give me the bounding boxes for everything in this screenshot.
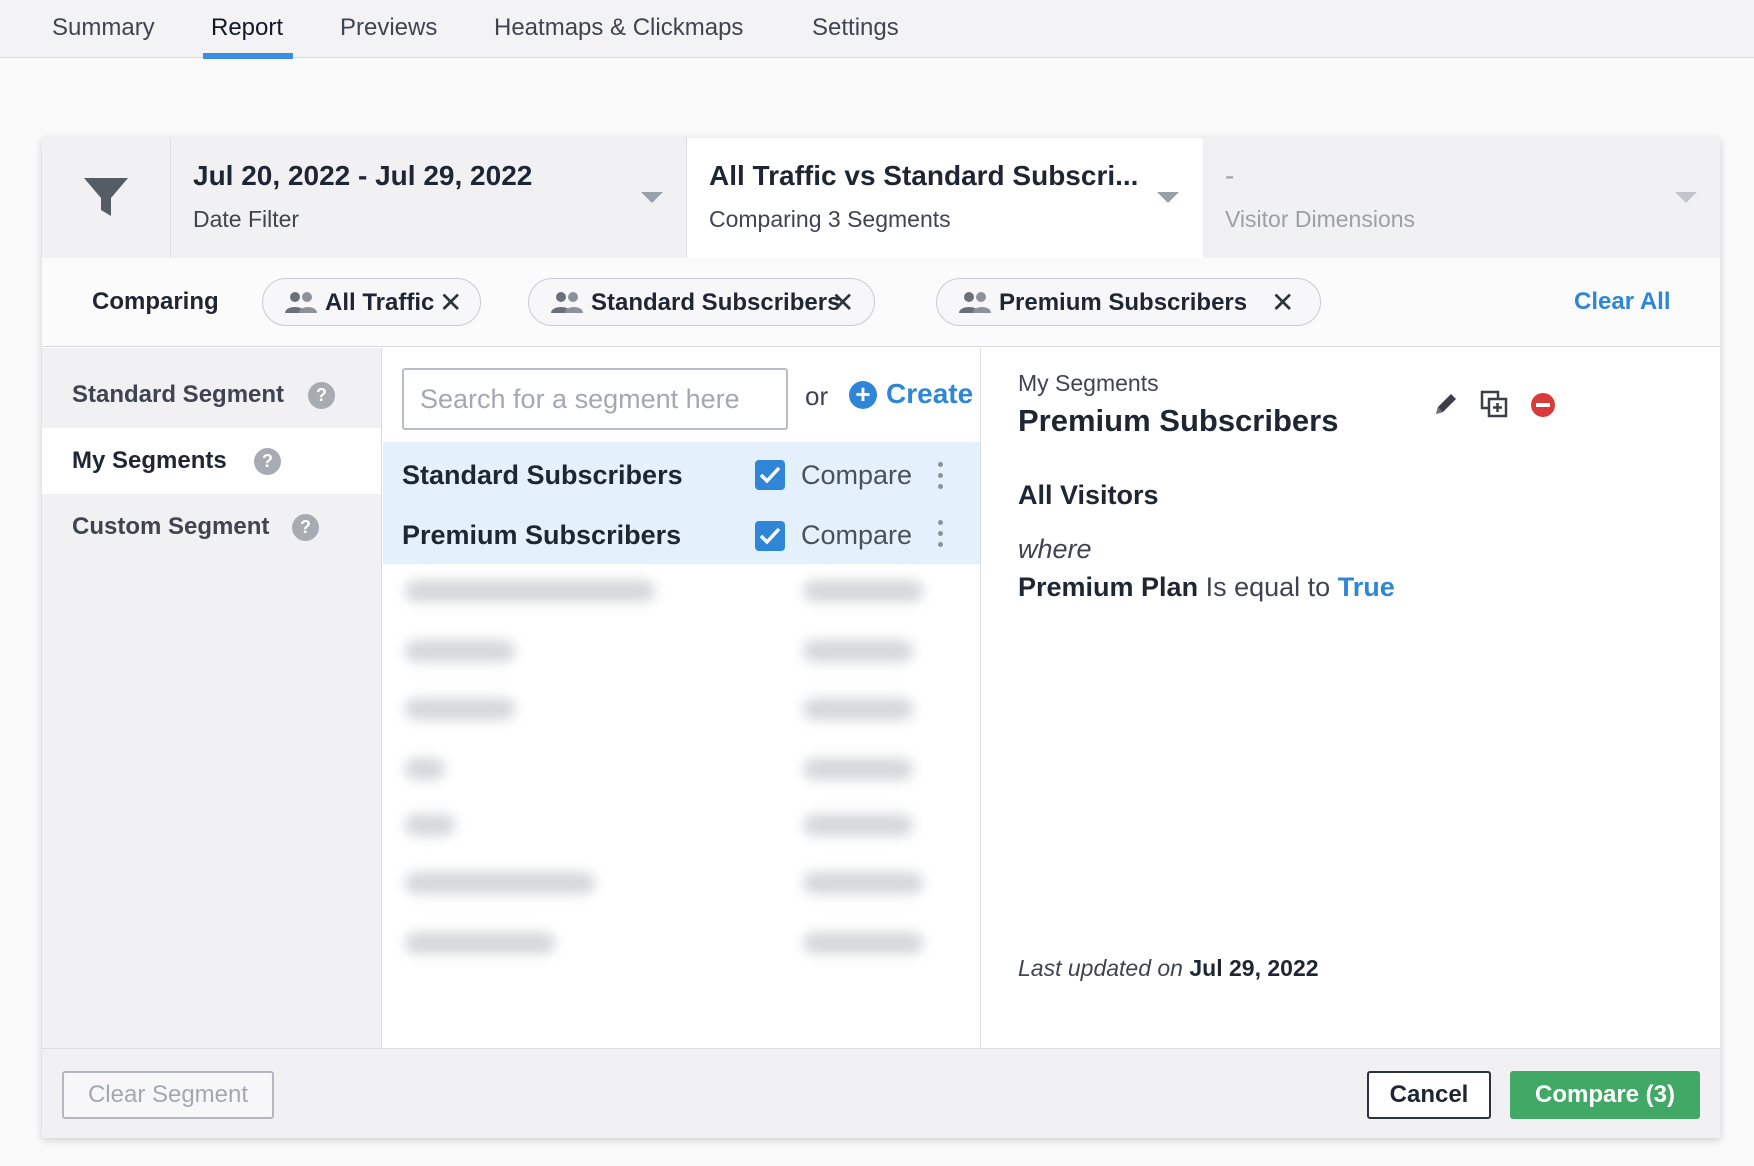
filter-toggle[interactable] xyxy=(42,138,171,258)
tab-settings[interactable]: Settings xyxy=(812,0,899,58)
segment-title: Premium Subscribers xyxy=(1018,403,1339,438)
people-icon xyxy=(285,292,317,313)
date-filter-value: Jul 20, 2022 - Jul 29, 2022 xyxy=(193,160,533,191)
condition-operator: Is equal to xyxy=(1205,572,1331,602)
visitor-dimensions-label: Visitor Dimensions xyxy=(1225,206,1416,232)
date-filter-label: Date Filter xyxy=(193,206,300,232)
segment-panel: Jul 20, 2022 - Jul 29, 2022 Date Filter … xyxy=(42,138,1720,1138)
segment-search xyxy=(402,368,788,430)
segment-dropdown-value: All Traffic vs Standard Subscri... xyxy=(709,160,1139,191)
top-nav: Summary Report Previews Heatmaps & Click… xyxy=(0,0,1754,59)
close-icon[interactable]: ✕ xyxy=(831,286,854,319)
visitor-dimensions-value: - xyxy=(1225,160,1235,191)
tab-heatmaps-clickmaps[interactable]: Heatmaps & Clickmaps xyxy=(494,0,743,58)
checkmark-icon xyxy=(759,466,781,484)
chip-label: Premium Subscribers xyxy=(999,289,1248,316)
comparing-bar: Comparing All Traffic ✕ Standard Subscri… xyxy=(42,258,1720,347)
sidebar-item-label: Standard Segment xyxy=(72,381,285,408)
segment-detail-pane: My Segments Premium Subscribers All Visi… xyxy=(982,348,1720,1048)
sidebar-item-my-segments[interactable]: My Segments ? xyxy=(42,428,381,494)
clear-segment-button[interactable]: Clear Segment xyxy=(62,1071,274,1119)
segment-name: Standard Subscribers xyxy=(402,460,683,490)
chevron-down-icon xyxy=(1157,192,1179,203)
segment-dropdown-label: Comparing 3 Segments xyxy=(709,206,951,232)
visitor-dimensions-dropdown[interactable]: - Visitor Dimensions xyxy=(1203,138,1720,258)
help-icon[interactable]: ? xyxy=(308,382,335,409)
segment-type-sidebar: Standard Segment ? My Segments ? Custom … xyxy=(42,348,382,1048)
compare-checkbox[interactable] xyxy=(755,521,785,551)
where-label: where xyxy=(1018,534,1092,564)
compare-button[interactable]: Compare (3) xyxy=(1510,1071,1700,1119)
funnel-icon xyxy=(84,178,128,216)
date-filter-dropdown[interactable]: Jul 20, 2022 - Jul 29, 2022 Date Filter xyxy=(171,138,687,258)
sidebar-item-custom-segment[interactable]: Custom Segment ? xyxy=(42,494,381,560)
filter-bar: Jul 20, 2022 - Jul 29, 2022 Date Filter … xyxy=(42,138,1720,258)
chevron-down-icon xyxy=(641,192,663,203)
segment-condition: Premium Plan Is equal to True xyxy=(1018,572,1395,603)
chip-label: All Traffic xyxy=(325,289,435,316)
condition-field: Premium Plan xyxy=(1018,572,1199,602)
comparing-label: Comparing xyxy=(92,288,219,315)
plus-circle-icon: + xyxy=(849,381,877,409)
cancel-button[interactable]: Cancel xyxy=(1367,1071,1491,1119)
segment-chip[interactable]: All Traffic ✕ xyxy=(262,278,481,326)
people-icon xyxy=(551,292,583,313)
kebab-menu-icon[interactable] xyxy=(938,520,946,550)
condition-value: True xyxy=(1337,572,1395,602)
segment-dropdown[interactable]: All Traffic vs Standard Subscri... Compa… xyxy=(687,138,1203,258)
sidebar-item-standard-segment[interactable]: Standard Segment ? xyxy=(42,362,381,428)
panel-footer: Clear Segment Cancel Compare (3) xyxy=(42,1048,1720,1138)
segment-list-pane: or + Create Standard Subscribers Compare… xyxy=(383,348,981,1048)
clear-all-link[interactable]: Clear All xyxy=(1574,288,1670,316)
help-icon[interactable]: ? xyxy=(254,448,281,475)
create-label: Create xyxy=(886,378,974,409)
tab-report[interactable]: Report xyxy=(202,0,294,59)
or-label: or xyxy=(805,381,829,411)
duplicate-icon[interactable] xyxy=(1480,390,1508,418)
close-icon[interactable]: ✕ xyxy=(439,286,462,319)
sidebar-item-label: My Segments xyxy=(72,447,227,474)
sidebar-item-label: Custom Segment xyxy=(72,513,270,540)
pencil-icon[interactable] xyxy=(1432,390,1460,418)
list-item[interactable]: Standard Subscribers Compare xyxy=(383,442,980,506)
segment-chip[interactable]: Standard Subscribers ✕ xyxy=(528,278,875,326)
compare-checkbox[interactable] xyxy=(755,460,785,490)
chip-label: Standard Subscribers xyxy=(591,289,841,316)
checkmark-icon xyxy=(759,527,781,545)
tab-summary[interactable]: Summary xyxy=(52,0,155,58)
tab-previews[interactable]: Previews xyxy=(340,0,437,58)
audience-label: All Visitors xyxy=(1018,480,1159,510)
breadcrumb: My Segments xyxy=(1018,370,1159,396)
close-icon[interactable]: ✕ xyxy=(1271,286,1294,319)
chevron-down-icon xyxy=(1675,192,1697,203)
list-item[interactable]: Premium Subscribers Compare xyxy=(383,506,980,564)
segment-name: Premium Subscribers xyxy=(402,520,682,550)
people-icon xyxy=(959,292,991,313)
help-icon[interactable]: ? xyxy=(292,514,319,541)
last-updated: Last updated on Jul 29, 2022 xyxy=(1018,955,1319,982)
search-input[interactable] xyxy=(404,370,786,428)
delete-icon[interactable] xyxy=(1530,392,1556,418)
kebab-menu-icon[interactable] xyxy=(938,462,946,492)
last-updated-label: Last updated on xyxy=(1018,955,1183,981)
segment-chip[interactable]: Premium Subscribers ✕ xyxy=(936,278,1321,326)
last-updated-date: Jul 29, 2022 xyxy=(1189,955,1319,981)
compare-label: Compare xyxy=(801,520,913,550)
compare-label: Compare xyxy=(801,460,913,490)
